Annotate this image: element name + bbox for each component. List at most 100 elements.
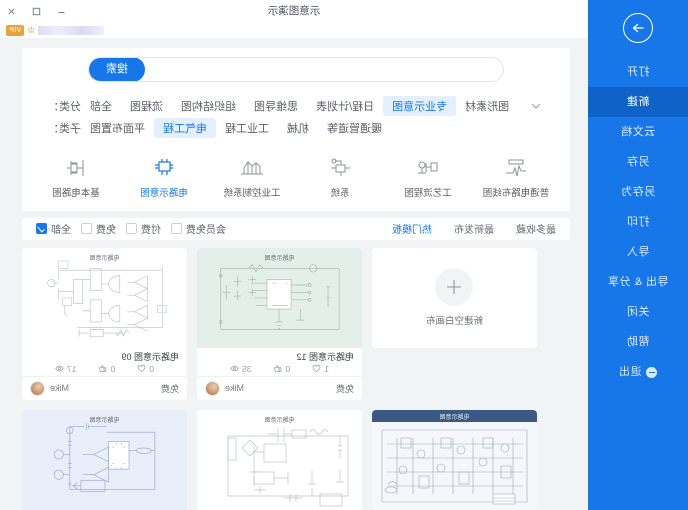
checkbox-member-free[interactable]: 会员免费 [171, 221, 226, 236]
circuit-drawing [47, 260, 167, 337]
search-box: 搜索 [88, 57, 504, 82]
category-shape-assets[interactable]: 图形素材 [456, 96, 518, 116]
search-input[interactable] [145, 58, 503, 81]
eye-icon [230, 365, 239, 372]
rail-item-open[interactable]: 打开 [588, 57, 688, 87]
category-all[interactable]: 全部 [81, 96, 121, 116]
template-panel: 搜索 分类： 全部 流程图 组织结构图 思维导图 日程/计划表 专业示意图 图形… [0, 38, 588, 211]
circuit-drawing [219, 263, 340, 330]
wiring-diagram-icon [499, 155, 533, 181]
icon-tab-process-flow-label: 工艺流程图 [404, 188, 452, 199]
minimize-icon[interactable] [56, 6, 67, 17]
template-stats: 17 0 0 [30, 364, 179, 374]
icon-tab-system-label: 系统 [330, 188, 350, 199]
favorite-count-value: 0 [149, 363, 154, 374]
process-flow-icon [411, 155, 445, 181]
category-schedule[interactable]: 日程/计划表 [307, 96, 383, 116]
heart-icon [312, 365, 321, 373]
thumbnail-caption: 电路示意图 [89, 255, 120, 262]
rail-item-save-as[interactable]: 另存为 [588, 177, 688, 207]
category-mind-map[interactable]: 思维导图 [245, 96, 307, 116]
template-author: Mike [205, 380, 245, 396]
rail-item-help[interactable]: 帮助 [588, 327, 688, 357]
template-card[interactable]: 电路示意图 [197, 409, 362, 510]
subcategory-floor-plan[interactable]: 平面布置图 [81, 118, 154, 138]
chevron-down-icon[interactable] [524, 100, 548, 112]
checkbox-free[interactable]: 免费 [81, 221, 116, 236]
checkbox-all[interactable]: 全部 [36, 221, 71, 236]
search-button[interactable]: 搜索 [89, 57, 145, 82]
category-row: 分类： 全部 流程图 组织结构图 思维导图 日程/计划表 专业示意图 图形素材 [44, 95, 548, 117]
checkbox-paid[interactable]: 付费 [126, 221, 161, 236]
rail-item-print[interactable]: 打印 [588, 207, 688, 237]
rail-item-cloud-doc[interactable]: 云文档 [588, 117, 688, 147]
category-label: 分类： [48, 101, 81, 113]
favorite-count: 0 [137, 364, 154, 374]
basic-circuit-icon [59, 155, 93, 181]
template-card[interactable]: 电路示意图 [197, 247, 362, 400]
icon-tab-system[interactable]: 系统 [309, 155, 371, 199]
rail-item-export-share[interactable]: 导出 & 分享 [588, 267, 688, 297]
template-card[interactable]: 电路示意图 [22, 409, 187, 510]
icon-tab-process-flow[interactable]: 工艺流程图 [397, 155, 459, 199]
view-count: 17 [55, 364, 77, 374]
vip-badge[interactable]: VIP [6, 24, 25, 36]
icon-tab-circuit-schematic[interactable]: 电路示意图 [133, 155, 195, 199]
search-row: 搜索 [22, 48, 570, 91]
rail-item-save[interactable]: 另存 [588, 147, 688, 177]
checkbox-free-box [81, 223, 92, 235]
view-count: 35 [230, 364, 252, 374]
icon-tab-industrial-control[interactable]: 工业控制系统 [221, 155, 283, 199]
icon-tab-basic-circuit-label: 基本电路图 [52, 188, 100, 199]
template-title: 电路示意图 09 [121, 351, 179, 362]
category-professional-diagram[interactable]: 专业示意图 [383, 96, 457, 116]
favorite-count-value: 1 [324, 363, 329, 374]
template-card[interactable]: 电路示意图 [22, 247, 187, 400]
account-name-masked [38, 25, 105, 35]
sort-newest[interactable]: 最新发布 [454, 221, 494, 236]
sort-popular[interactable]: 热门模板 [392, 221, 432, 236]
category-org-chart[interactable]: 组织结构图 [172, 96, 245, 116]
page-title: 示意图演示 [267, 5, 321, 17]
filter-area: 分类： 全部 流程图 组织结构图 思维导图 日程/计划表 专业示意图 图形素材 [22, 91, 570, 149]
mirrored-screen: 打开 新建 云文档 另存 另存为 打印 导入 导出 & 分享 关闭 帮助 退出 … [0, 0, 688, 510]
rail-item-close[interactable]: 关闭 [588, 297, 688, 327]
new-blank-canvas-button[interactable]: 新建空白画布 [372, 247, 537, 348]
avatar [30, 380, 45, 396]
template-thumbnail: 电路示意图 [22, 247, 187, 348]
like-count: 0 [99, 364, 115, 374]
icon-tab-row: 基本电路图 电路示意图 工业控制系统 系统 工艺流程图 普通电路布线图 [22, 149, 570, 211]
price-badge: 免费 [160, 383, 179, 394]
subcategory-label: 子类： [48, 123, 81, 135]
rail-item-new[interactable]: 新建 [588, 87, 688, 117]
subcategory-electrical[interactable]: 电气工程 [154, 118, 216, 138]
checkbox-all-box [36, 223, 47, 235]
subcategory-mechanical[interactable]: 机械 [278, 118, 318, 138]
sort-most-favorited[interactable]: 最多收藏 [516, 221, 556, 236]
icon-tab-industrial-control-label: 工业控制系统 [223, 188, 281, 199]
subcategory-row: 子类： 平面布置图 电气工程 工业工程 机械 暖通管道等 [44, 117, 548, 139]
template-card[interactable]: 电路示意图 [372, 409, 537, 510]
icon-tab-basic-circuit[interactable]: 基本电路图 [45, 155, 107, 199]
window-titlebar: 示意图演示 [0, 0, 588, 22]
template-grid: 电路示意图 电路示意图 09 17 0 0 Mike 免费 电路示意图 电路示意… [22, 247, 570, 510]
template-author: Mike [30, 380, 69, 396]
author-name: Mike [225, 383, 245, 394]
eye-icon [55, 365, 64, 372]
checkbox-free-label: 免费 [96, 225, 116, 237]
icon-tab-wiring-diagram[interactable]: 普通电路布线图 [483, 155, 549, 199]
maximize-icon[interactable] [31, 6, 42, 17]
subcategory-industrial[interactable]: 工业工程 [216, 118, 278, 138]
crown-icon: ♔ [27, 24, 36, 35]
template-footer: Mike 免费 [22, 375, 187, 400]
rail-item-import[interactable]: 导入 [588, 237, 688, 267]
checkbox-all-label: 全部 [51, 225, 71, 237]
category-flowchart[interactable]: 流程图 [121, 96, 172, 116]
thumbnail-caption: 电路示意图 [89, 417, 120, 424]
rail-item-exit[interactable]: 退出 [588, 357, 688, 387]
arrow-right-circle-icon[interactable] [623, 13, 653, 43]
subcategory-hvac[interactable]: 暖通管道等 [318, 118, 391, 138]
thumbs-up-icon [99, 364, 107, 372]
checkbox-paid-box [126, 223, 137, 235]
close-icon[interactable] [6, 6, 17, 17]
